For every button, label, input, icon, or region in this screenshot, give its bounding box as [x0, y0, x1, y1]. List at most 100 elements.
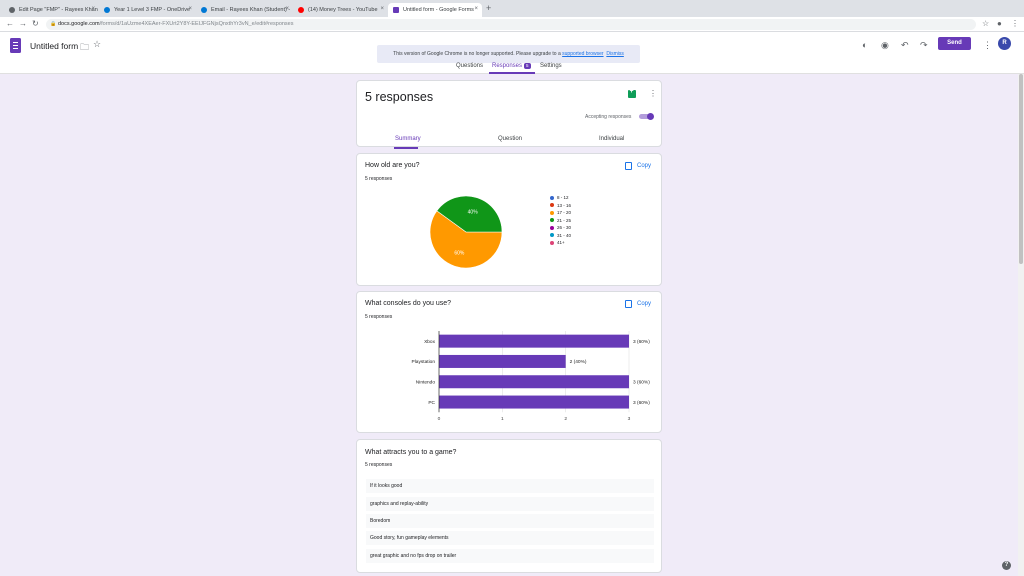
legend-swatch	[550, 210, 554, 215]
bar-value-label: 3 (60%)	[633, 379, 650, 385]
text-response: Boredom	[366, 514, 654, 528]
browser-tab-4[interactable]: (14) Money Trees - YouTube ×	[293, 3, 388, 17]
forward-arrow-icon[interactable]: →	[19, 19, 27, 28]
browser-tab-5[interactable]: Untitled form - Google Forms ×	[388, 3, 482, 17]
bar	[439, 354, 566, 368]
text-response: graphics and replay-ability	[366, 497, 654, 511]
star-icon[interactable]: ☆	[93, 39, 101, 50]
subtab-individual[interactable]: Individual	[599, 136, 624, 142]
copy-label: Copy	[636, 163, 651, 169]
bar	[439, 334, 629, 348]
url-host: docs.google.com	[58, 21, 100, 27]
url-field[interactable]: 🔒 docs.google.com/forms/d/1aUzme4XEAer-F…	[46, 19, 976, 30]
browser-tab-title: (14) Money Trees - YouTube	[308, 7, 378, 13]
browser-tab-strip: Edit Page "FMP" - Rayees Khan × Year 1 L…	[0, 0, 1024, 17]
pie-legend: 8 - 12 13 - 16 17 - 20 21 - 25 26 - 30 31 - 4…	[550, 194, 571, 247]
legend-swatch	[550, 225, 554, 230]
sheets-icon[interactable]	[628, 88, 636, 98]
supported-browser-link[interactable]: supported browser	[562, 51, 603, 57]
legend-label: 8 - 12	[557, 195, 569, 201]
text-response: great graphic and no fps drop on trailer	[366, 549, 654, 563]
active-subtab-indicator	[394, 147, 418, 149]
palette-icon[interactable]: ◐	[862, 40, 867, 50]
legend-item: 13 - 16	[550, 202, 571, 210]
active-tab-indicator	[489, 72, 535, 74]
tab-responses-label: Responses	[492, 63, 523, 69]
legend-item: 17 - 20	[550, 209, 571, 217]
send-button[interactable]: Send	[938, 37, 971, 50]
profile-icon[interactable]: ●	[997, 19, 1002, 28]
consoles-bar-chart: 0 1 2 3 Xbox 3 (60%) Playstation 2 (40%) Nintend…	[412, 331, 650, 422]
legend-swatch	[550, 195, 554, 200]
google-forms-icon[interactable]	[10, 38, 21, 53]
tab-responses[interactable]: Responses 5	[492, 63, 531, 69]
category-label: Playstation	[412, 359, 436, 365]
close-icon[interactable]: ×	[380, 6, 384, 12]
subtab-summary[interactable]: Summary	[395, 136, 421, 142]
x-tick-label: 1	[501, 416, 504, 422]
cloud-icon	[104, 7, 110, 13]
dismiss-link[interactable]: Dismiss	[606, 51, 624, 57]
help-icon[interactable]: ?	[1002, 561, 1011, 570]
close-icon[interactable]: ×	[474, 6, 478, 12]
x-tick-label: 0	[438, 416, 441, 422]
subtab-question[interactable]: Question	[498, 136, 522, 142]
tab-questions[interactable]: Questions	[456, 63, 483, 69]
redo-icon[interactable]: ↷	[920, 40, 928, 51]
legend-swatch	[550, 233, 554, 238]
new-tab-button[interactable]: +	[486, 3, 491, 13]
legend-label: 17 - 20	[557, 210, 572, 216]
back-arrow-icon[interactable]: ←	[6, 19, 14, 28]
tab-settings[interactable]: Settings	[540, 63, 562, 69]
pie-slice-label: 60%	[454, 251, 465, 257]
responses-count-badge: 5	[524, 63, 531, 69]
copy-chart-button[interactable]: Copy	[624, 162, 651, 170]
forms-header: Untitled form 🗀 ☆ This version of Google…	[0, 32, 1024, 74]
notice-text: This version of Google Chrome is no long…	[393, 51, 561, 57]
browser-tab-2[interactable]: Year 1 Level 3 FMP - OneDrive ×	[99, 3, 196, 17]
avatar[interactable]: R	[998, 37, 1011, 50]
x-tick-label: 2	[564, 416, 567, 422]
text-response: Good story, fun gameplay elements	[366, 531, 654, 545]
star-icon[interactable]: ☆	[982, 19, 989, 28]
category-label: Xbox	[424, 339, 436, 345]
legend-item: 8 - 12	[550, 194, 571, 202]
responses-summary-card: 5 responses ⋮ Accepting responses Summar…	[356, 80, 662, 149]
question-card-consoles: What consoles do you use? 5 responses Co…	[356, 291, 662, 433]
outlook-icon	[201, 7, 207, 13]
accepting-responses-label: Accepting responses	[585, 114, 632, 120]
chrome-menu-icon[interactable]: ⋮	[1011, 19, 1019, 28]
legend-label: 41+	[557, 240, 565, 246]
youtube-icon	[298, 7, 304, 13]
legend-swatch	[550, 218, 554, 223]
legend-item: 26 - 30	[550, 224, 571, 232]
browser-tab-3[interactable]: Email - Rayees Khan (Student) - ×	[196, 3, 293, 17]
bar	[439, 395, 629, 409]
legend-label: 13 - 16	[557, 202, 572, 208]
browser-tab-1[interactable]: Edit Page "FMP" - Rayees Khan ×	[4, 3, 99, 17]
accepting-responses-toggle[interactable]	[639, 113, 654, 120]
lock-icon: 🔒	[50, 21, 57, 27]
eye-icon[interactable]: ◉	[881, 40, 889, 51]
page-icon	[9, 7, 15, 13]
scrollbar-thumb[interactable]	[1019, 74, 1023, 264]
close-icon[interactable]: ×	[188, 6, 192, 12]
age-pie-chart: 60% 40%	[429, 195, 503, 269]
close-icon[interactable]: ×	[285, 6, 289, 12]
undo-icon[interactable]: ↶	[901, 40, 909, 51]
more-vert-icon[interactable]: ⋮	[649, 89, 657, 98]
bar-value-label: 3 (60%)	[633, 339, 650, 345]
form-title[interactable]: Untitled form	[30, 41, 78, 51]
reload-icon[interactable]: ↻	[32, 19, 39, 28]
legend-item: 31 - 40	[550, 232, 571, 240]
browser-tab-title: Untitled form - Google Forms	[403, 7, 474, 13]
x-tick-label: 3	[628, 416, 631, 422]
text-response: If it looks good	[366, 479, 654, 493]
question-title: How old are you?	[365, 162, 420, 169]
browser-tab-title: Year 1 Level 3 FMP - OneDrive	[114, 7, 191, 13]
folder-icon[interactable]: 🗀	[80, 40, 89, 56]
more-vert-icon[interactable]: ⋮	[983, 40, 992, 51]
close-icon[interactable]: ×	[91, 6, 95, 12]
bar-value-label: 2 (40%)	[570, 359, 587, 365]
response-count: 5 responses	[365, 462, 393, 468]
